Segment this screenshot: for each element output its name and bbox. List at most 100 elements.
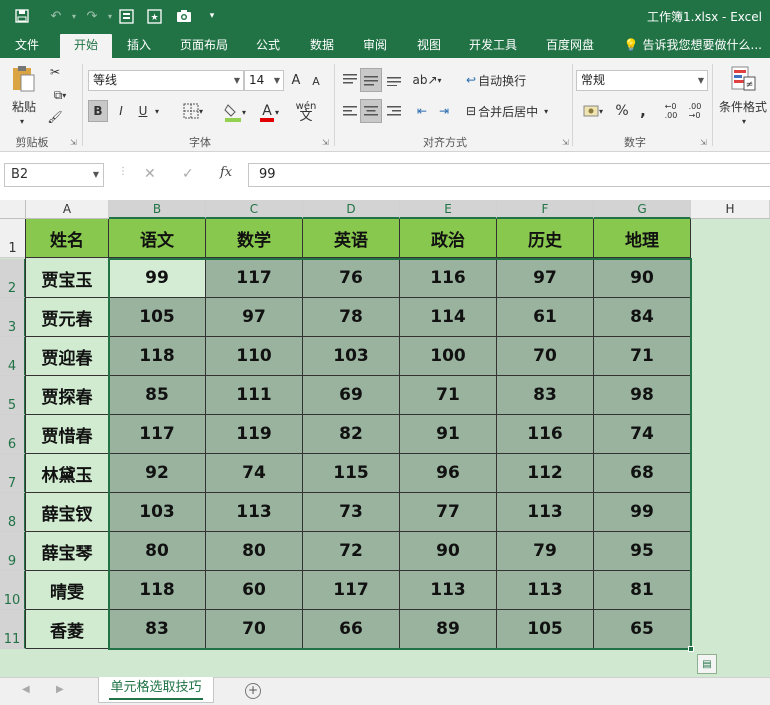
score-cell[interactable]: 60	[206, 571, 303, 610]
score-cell[interactable]: 78	[303, 298, 400, 337]
conditional-formatting-icon[interactable]: ≠	[728, 64, 758, 94]
cancel-icon[interactable]: ✕	[144, 166, 156, 182]
accounting-format-icon[interactable]: ▾	[578, 100, 608, 122]
insert-function-icon[interactable]: fx	[220, 165, 232, 180]
increase-decimal-icon[interactable]: ←0.00	[660, 100, 682, 122]
score-cell[interactable]: 98	[594, 376, 691, 415]
score-cell[interactable]: 70	[497, 337, 594, 376]
form-icon[interactable]	[116, 6, 136, 26]
score-cell[interactable]: 99	[594, 493, 691, 532]
header-cell[interactable]: 地理	[594, 219, 691, 258]
column-header-e[interactable]: E	[400, 200, 497, 219]
tab-formulas[interactable]: 公式	[244, 32, 292, 58]
paste-dropdown-icon[interactable]: ▾	[12, 116, 32, 126]
score-cell[interactable]: 76	[303, 259, 400, 298]
score-cell[interactable]: 105	[109, 298, 206, 337]
score-cell[interactable]: 96	[400, 454, 497, 493]
column-header-g[interactable]: G	[594, 200, 691, 219]
name-cell[interactable]: 贾惜春	[26, 415, 109, 454]
tab-developer[interactable]: 开发工具	[460, 32, 526, 58]
score-cell[interactable]: 113	[400, 571, 497, 610]
score-cell[interactable]: 95	[594, 532, 691, 571]
tab-page-layout[interactable]: 页面布局	[170, 32, 238, 58]
column-header-b[interactable]: B	[109, 200, 206, 219]
number-launcher-icon[interactable]: ⇲	[700, 138, 707, 147]
macro-icon[interactable]: ★	[144, 6, 164, 26]
score-cell[interactable]: 79	[497, 532, 594, 571]
score-cell[interactable]: 72	[303, 532, 400, 571]
align-top-icon[interactable]	[340, 70, 360, 90]
column-header-a[interactable]: A	[26, 200, 109, 219]
score-cell[interactable]: 70	[206, 610, 303, 649]
comma-style-button[interactable]: ,	[636, 100, 650, 122]
row-header-11[interactable]: 11	[0, 610, 26, 649]
score-cell[interactable]: 89	[400, 610, 497, 649]
align-left-icon[interactable]	[340, 100, 360, 122]
score-cell[interactable]: 116	[400, 259, 497, 298]
quick-analysis-icon[interactable]: ▤	[697, 654, 717, 674]
name-cell[interactable]: 香菱	[26, 610, 109, 649]
tab-file[interactable]: 文件	[0, 32, 54, 58]
paste-button[interactable]: 粘贴	[4, 98, 44, 114]
name-cell[interactable]: 贾元春	[26, 298, 109, 337]
score-cell[interactable]: 110	[206, 337, 303, 376]
underline-dropdown-icon[interactable]: ▾	[152, 104, 162, 118]
tab-baidu-netdisk[interactable]: 百度网盘	[536, 32, 604, 58]
name-cell[interactable]: 贾探春	[26, 376, 109, 415]
score-cell[interactable]: 99	[109, 259, 206, 298]
score-cell[interactable]: 80	[109, 532, 206, 571]
score-cell[interactable]: 113	[206, 493, 303, 532]
score-cell[interactable]: 105	[497, 610, 594, 649]
undo-icon[interactable]: ↶	[46, 6, 66, 26]
align-right-icon[interactable]	[384, 100, 404, 122]
row-header-3[interactable]: 3	[0, 298, 26, 337]
align-middle-icon[interactable]	[360, 68, 382, 92]
tell-me-search[interactable]: 💡 告诉我您想要做什么...	[624, 32, 762, 58]
score-cell[interactable]: 100	[400, 337, 497, 376]
formula-bar-splitter[interactable]: ⋮	[118, 166, 128, 177]
score-cell[interactable]: 119	[206, 415, 303, 454]
phonetic-guide-icon[interactable]: wén 文	[290, 100, 322, 124]
header-cell[interactable]: 政治	[400, 219, 497, 258]
undo-dropdown-icon[interactable]: ▾	[64, 6, 84, 26]
row-header-5[interactable]: 5	[0, 376, 26, 415]
conditional-formatting-button[interactable]: 条件格式	[716, 98, 770, 114]
font-size-combo[interactable]: 14 ▼	[244, 70, 284, 91]
tab-home[interactable]: 开始	[60, 34, 112, 58]
customize-toolbar-icon[interactable]: ▾	[202, 6, 222, 26]
font-launcher-icon[interactable]: ⇲	[322, 138, 329, 147]
add-sheet-icon[interactable]: +	[245, 683, 261, 699]
font-name-combo[interactable]: 等线 ▼	[88, 70, 244, 91]
score-cell[interactable]: 117	[303, 571, 400, 610]
score-cell[interactable]: 113	[497, 571, 594, 610]
score-cell[interactable]: 90	[400, 532, 497, 571]
row-header-2[interactable]: 2	[0, 259, 26, 298]
decrease-decimal-icon[interactable]: .00 →0	[684, 100, 706, 122]
score-cell[interactable]: 91	[400, 415, 497, 454]
column-header-h[interactable]: H	[691, 200, 770, 219]
score-cell[interactable]: 61	[497, 298, 594, 337]
save-icon[interactable]	[12, 6, 32, 26]
score-cell[interactable]: 90	[594, 259, 691, 298]
header-cell[interactable]: 英语	[303, 219, 400, 258]
tab-insert[interactable]: 插入	[114, 32, 164, 58]
clipboard-launcher-icon[interactable]: ⇲	[70, 138, 77, 147]
score-cell[interactable]: 74	[594, 415, 691, 454]
sheet-tab-active[interactable]: 单元格选取技巧	[98, 677, 214, 703]
fill-handle[interactable]	[688, 646, 694, 652]
name-cell[interactable]: 薛宝琴	[26, 532, 109, 571]
worksheet-grid[interactable]: ABCDEFGH 1 2 3 4 5 6 7 8 9 10 11 姓名 语文 数学 英语 政治 历史 地理 贾宝玉…	[0, 200, 770, 677]
wrap-text-button[interactable]: ↩ 自动换行	[466, 70, 542, 90]
score-cell[interactable]: 66	[303, 610, 400, 649]
underline-button[interactable]: U	[134, 100, 152, 122]
column-header-c[interactable]: C	[206, 200, 303, 219]
score-cell[interactable]: 82	[303, 415, 400, 454]
camera-icon[interactable]	[174, 6, 194, 26]
percent-button[interactable]: %	[612, 100, 632, 122]
sheet-prev-icon[interactable]: ◀	[22, 684, 30, 695]
name-cell[interactable]: 贾宝玉	[26, 259, 109, 298]
header-cell[interactable]: 语文	[109, 219, 206, 258]
score-cell[interactable]: 97	[497, 259, 594, 298]
select-all-corner[interactable]	[0, 200, 26, 219]
tab-review[interactable]: 审阅	[352, 32, 398, 58]
